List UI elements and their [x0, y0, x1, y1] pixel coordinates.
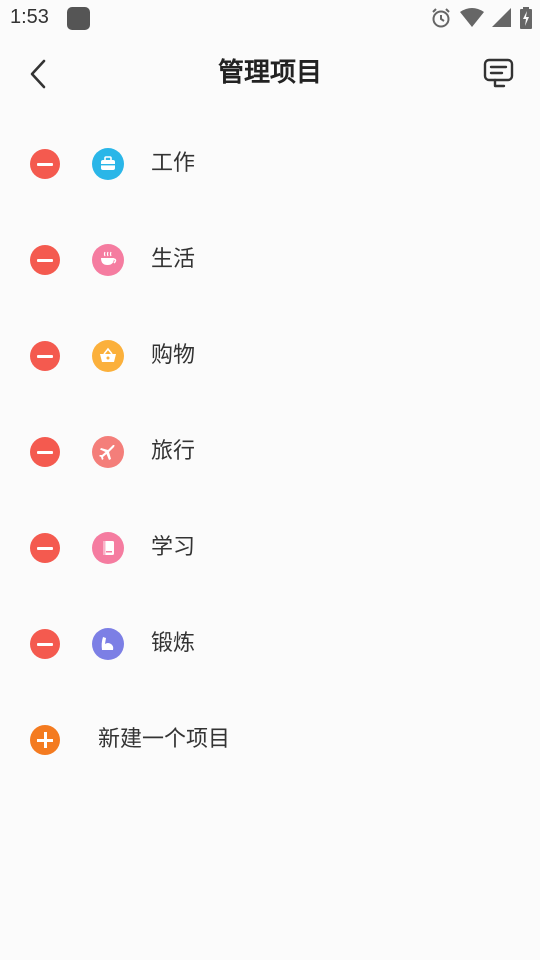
category-label: 旅行: [151, 439, 196, 464]
top-app-bar: 管理项目: [0, 36, 540, 110]
category-list: 工作 生活 购物 旅行 学习 锻炼 新建一个项目: [0, 116, 540, 788]
category-label: 购物: [151, 343, 196, 368]
remove-button[interactable]: [30, 341, 60, 371]
airplane-icon: [92, 436, 124, 468]
status-bar: 1:53: [0, 0, 540, 36]
remove-button[interactable]: [30, 629, 60, 659]
comment-button[interactable]: [482, 56, 516, 90]
list-item: 锻炼: [0, 596, 540, 692]
back-button[interactable]: [20, 54, 60, 94]
remove-button[interactable]: [30, 437, 60, 467]
list-item: 旅行: [0, 404, 540, 500]
book-icon: [92, 532, 124, 564]
list-item: 购物: [0, 308, 540, 404]
list-item: 学习: [0, 500, 540, 596]
status-icons: [430, 7, 532, 29]
muscle-arm-icon: [92, 628, 124, 660]
page-title: 管理项目: [217, 58, 322, 88]
coffee-cup-icon: [92, 244, 124, 276]
back-arrow-icon: [30, 59, 46, 89]
remove-button[interactable]: [30, 533, 60, 563]
status-time: 1:53: [10, 6, 49, 28]
comment-icon: [483, 58, 514, 88]
add-project-label: 新建一个项目: [98, 727, 231, 752]
alarm-icon: [432, 8, 450, 28]
add-project-button[interactable]: 新建一个项目: [0, 692, 540, 788]
signal-icon: [492, 8, 511, 27]
remove-button[interactable]: [30, 245, 60, 275]
add-circle-icon: [30, 725, 60, 755]
category-label: 锻炼: [151, 631, 196, 656]
remove-button[interactable]: [30, 149, 60, 179]
battery-charging-icon: [520, 7, 532, 29]
shopping-basket-icon: [92, 340, 124, 372]
list-item: 生活: [0, 212, 540, 308]
category-label: 工作: [151, 151, 196, 176]
list-item: 工作: [0, 116, 540, 212]
category-label: 学习: [151, 535, 196, 560]
app-notification-icon: [67, 7, 90, 30]
category-label: 生活: [151, 247, 196, 272]
wifi-icon: [460, 8, 484, 27]
briefcase-icon: [92, 148, 124, 180]
